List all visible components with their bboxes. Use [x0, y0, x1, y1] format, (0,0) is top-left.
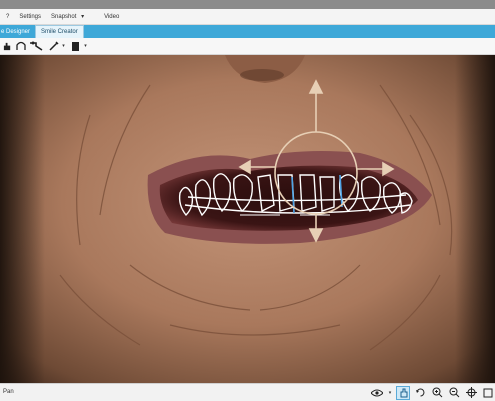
window-title-bar	[0, 0, 495, 9]
face-photo	[0, 55, 495, 383]
status-text: Pan	[3, 389, 14, 395]
menu-video[interactable]: Video	[104, 14, 119, 20]
status-bar: Pan ▾	[0, 383, 495, 401]
zoom-in-icon[interactable]	[430, 386, 444, 400]
lasso-curve-icon[interactable]	[15, 41, 26, 52]
menu-bar: ? Settings Snapshot ▾ Video	[0, 9, 495, 25]
pointer-tool-icon[interactable]	[28, 41, 44, 52]
view-tools: ▾	[370, 384, 495, 401]
eye-icon[interactable]	[370, 386, 384, 400]
menu-settings[interactable]: Settings	[19, 14, 41, 20]
fit-view-icon[interactable]	[464, 386, 478, 400]
tab-smile-creator[interactable]: Smile Creator	[35, 25, 84, 38]
menu-snapshot-label: Snapshot	[51, 14, 77, 20]
pen-dropdown-chevron-icon[interactable]: ▾	[61, 41, 66, 52]
color-dropdown-chevron-icon[interactable]: ▾	[83, 41, 88, 52]
pan-hand-icon[interactable]	[2, 41, 13, 52]
rotate-tool-icon[interactable]	[413, 386, 427, 400]
chevron-down-icon: ▾	[81, 14, 85, 20]
zoom-out-icon[interactable]	[447, 386, 461, 400]
chevron-down-icon[interactable]: ▾	[387, 386, 393, 400]
pan-tool-icon[interactable]	[396, 385, 410, 400]
pen-icon[interactable]	[48, 41, 59, 52]
menu-snapshot[interactable]: Snapshot ▾	[51, 13, 94, 20]
menu-help[interactable]: ?	[6, 14, 9, 20]
color-swatch-icon[interactable]	[70, 41, 81, 52]
fullscreen-icon[interactable]	[481, 386, 495, 400]
tab-smile-designer[interactable]: e Designer	[0, 26, 35, 38]
image-viewport[interactable]	[0, 55, 495, 383]
tool-bar: ▾ ▾	[0, 38, 495, 55]
tab-bar: e Designer Smile Creator	[0, 25, 495, 38]
